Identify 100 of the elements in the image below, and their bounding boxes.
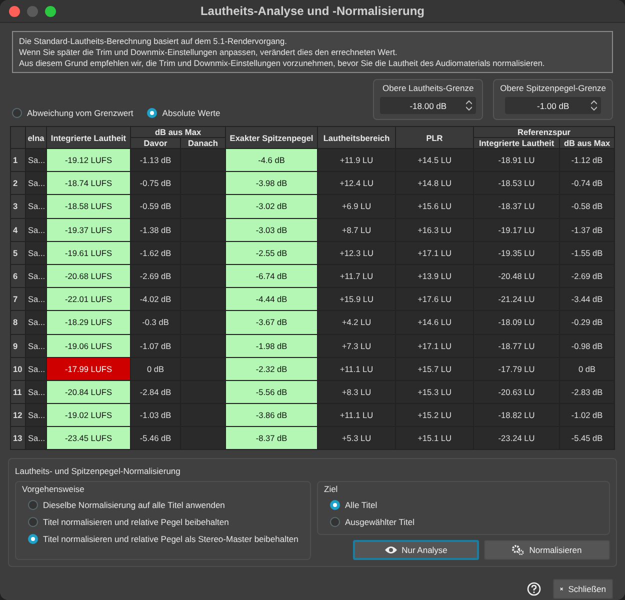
zoom-window-button[interactable] <box>45 6 56 16</box>
table-cell: -3.03 dB <box>226 218 318 242</box>
row-number: 12 <box>10 404 26 427</box>
table-cell: -23.24 LU <box>474 426 560 450</box>
table-cell: +15.1 LU <box>396 426 474 450</box>
table-cell: -2.69 dB <box>130 264 180 288</box>
table-cell: -3.86 dB <box>226 404 318 427</box>
table-cell: -5.46 dB <box>130 426 180 450</box>
column-header: elna <box>26 126 46 148</box>
table-cell: -18.77 LU <box>474 334 560 358</box>
row-number: 9 <box>10 334 26 358</box>
help-icon[interactable] <box>527 582 541 596</box>
info-text: Wenn Sie später die Trim und Downmix-Einstellungen anpassen, verändert dies den errechneten Wert. <box>19 47 398 57</box>
table-cell: -1.02 dB <box>560 404 615 427</box>
analyze-button[interactable]: Nur Analyse <box>353 540 479 560</box>
table-cell: -8.37 dB <box>226 426 318 450</box>
radio-button[interactable] <box>28 500 38 510</box>
info-text: Die Standard-Lautheits-Berechnung basiert auf dem 5.1-Rendervorgang. <box>19 36 288 46</box>
eye-icon <box>384 546 397 554</box>
gears-icon <box>512 545 524 556</box>
radio-button[interactable] <box>28 534 38 544</box>
radio-button[interactable] <box>330 500 340 510</box>
table-cell: +17.6 LU <box>396 288 474 311</box>
table-cell: -1.98 dB <box>226 334 318 358</box>
table-cell: -17.99 LUFS <box>46 357 130 380</box>
row-number: 10 <box>10 357 26 380</box>
row-number: 13 <box>10 426 26 450</box>
table-cell: -1.37 dB <box>560 218 615 242</box>
table-cell: -1.13 dB <box>130 148 180 172</box>
radio-button[interactable] <box>12 108 22 118</box>
stepper-icon[interactable] <box>591 100 598 111</box>
close-button[interactable]: Schließen <box>553 579 613 600</box>
table-cell: +15.3 LU <box>396 380 474 404</box>
table-cell: -1.12 dB <box>560 148 615 172</box>
table-cell: -23.45 LUFS <box>46 426 130 450</box>
normalize-button[interactable]: Normalisieren <box>484 540 610 560</box>
table-cell: +8.7 LU <box>318 218 396 242</box>
table-cell: -4.6 dB <box>226 148 318 172</box>
table-cell: -6.74 dB <box>226 264 318 288</box>
row-number: 4 <box>10 218 26 242</box>
table-cell: -0.74 dB <box>560 172 615 195</box>
radio-button[interactable] <box>330 517 340 528</box>
row-number: 6 <box>10 264 26 288</box>
column-header: Integrierte Lautheit <box>46 126 130 148</box>
radio-label: Ausgewählter Titel <box>345 517 414 528</box>
limit-field[interactable]: -1.00 dB <box>505 97 602 114</box>
table-cell: -0.59 dB <box>130 194 180 218</box>
table-cell: -19.37 LUFS <box>46 218 130 242</box>
table-cell: +14.5 LU <box>396 148 474 172</box>
table-cell: -18.09 LU <box>474 310 560 334</box>
table-cell: +15.6 LU <box>396 194 474 218</box>
table-cell: +17.1 LU <box>396 241 474 264</box>
table-cell: -2.69 dB <box>560 264 615 288</box>
group-title: Ziel <box>324 484 339 494</box>
table-cell: +4.2 LU <box>318 310 396 334</box>
table-cell: -1.03 dB <box>130 404 180 427</box>
close-window-button[interactable] <box>9 6 20 16</box>
stepper-icon[interactable] <box>466 100 472 111</box>
table-cell: +5.3 LU <box>318 426 396 450</box>
table-cell: -3.44 dB <box>560 288 615 311</box>
radio-button[interactable] <box>28 517 38 528</box>
table-cell: -20.84 LUFS <box>46 380 130 404</box>
table-cell: -18.74 LUFS <box>46 172 130 195</box>
table-cell: -19.06 LUFS <box>46 334 130 358</box>
table-cell: -2.84 dB <box>130 380 180 404</box>
column-header: PLR <box>396 126 474 148</box>
table-cell: +12.3 LU <box>318 241 396 264</box>
row-number: 2 <box>10 172 26 195</box>
table-cell: +17.1 LU <box>396 334 474 358</box>
row-number: 3 <box>10 194 26 218</box>
table-cell: -19.35 LU <box>474 241 560 264</box>
column-header: dB aus Max <box>130 126 226 138</box>
row-number: 7 <box>10 288 26 311</box>
table-cell: -18.29 LUFS <box>46 310 130 334</box>
table-cell: -0.75 dB <box>130 172 180 195</box>
table-cell: +8.3 LU <box>318 380 396 404</box>
table-cell: -1.38 dB <box>130 218 180 242</box>
table-cell: -20.68 LUFS <box>46 264 130 288</box>
table-cell: -4.44 dB <box>226 288 318 311</box>
column-header: Integrierte Lautheit <box>474 138 560 148</box>
limit-label: Obere Lautheits-Grenze <box>382 83 474 93</box>
limit-field[interactable]: -18.00 dB <box>380 97 476 114</box>
table-cell: -0.58 dB <box>560 194 615 218</box>
radio-button[interactable] <box>147 108 158 118</box>
table-cell: -4.02 dB <box>130 288 180 311</box>
table-cell: -1.07 dB <box>130 334 180 358</box>
table-cell: -21.24 LU <box>474 288 560 311</box>
window-title: Lautheits-Analyse und -Normalisierung <box>200 4 425 18</box>
table-cell: +11.7 LU <box>318 264 396 288</box>
radio-label: Alle Titel <box>345 500 378 510</box>
table-cell: +6.9 LU <box>318 194 396 218</box>
column-header: Referenzspur <box>474 126 615 138</box>
table-cell: -19.12 LUFS <box>46 148 130 172</box>
table-cell: +7.3 LU <box>318 334 396 358</box>
table-cell: -20.48 LU <box>474 264 560 288</box>
table-cell: -18.58 LUFS <box>46 194 130 218</box>
table-cell: -3.67 dB <box>226 310 318 334</box>
table-cell: +14.6 LU <box>396 310 474 334</box>
table-cell: -0.98 dB <box>560 334 615 358</box>
table-cell: 0 dB <box>560 357 615 380</box>
